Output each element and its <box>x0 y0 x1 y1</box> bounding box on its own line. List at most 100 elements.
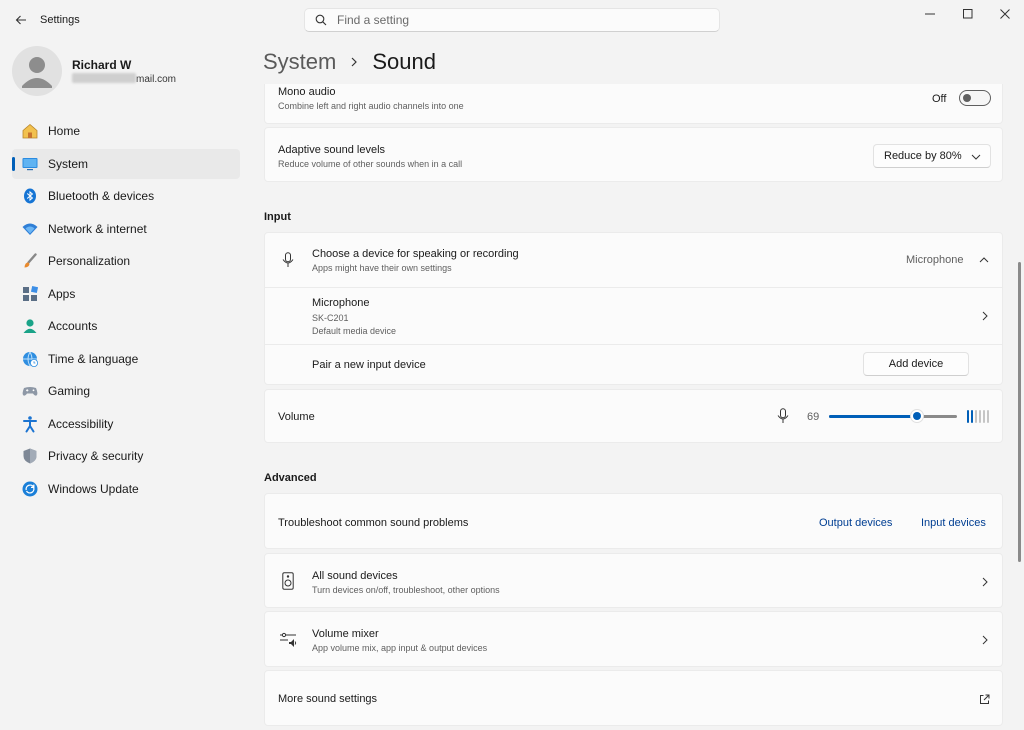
volume-slider-thumb[interactable] <box>910 409 925 423</box>
sidebar-item-label: Privacy & security <box>48 449 144 463</box>
sidebar-item-accounts[interactable]: Accounts <box>12 311 240 341</box>
add-device-button[interactable]: Add device <box>863 352 969 376</box>
sidebar-item-label: Windows Update <box>48 481 139 496</box>
shield-icon <box>21 447 39 465</box>
sidebar-item-label: Gaming <box>48 384 91 398</box>
sidebar-item-gaming[interactable]: Gaming <box>12 376 240 406</box>
adaptive-sound-subtitle: Reduce volume of other sounds when in a … <box>278 159 463 169</box>
accessibility-icon <box>21 415 39 433</box>
system-icon <box>21 155 39 173</box>
troubleshoot-card: Troubleshoot common sound problems Outpu… <box>264 493 1003 549</box>
mono-audio-state: Off <box>932 93 947 105</box>
section-title-input: Input <box>264 211 291 223</box>
more-sound-settings-title: More sound settings <box>278 693 378 705</box>
sidebar-item-home[interactable]: Home <box>12 116 240 146</box>
breadcrumb: System Sound <box>263 46 436 78</box>
apps-icon <box>21 285 39 303</box>
mono-audio-toggle[interactable] <box>959 90 991 106</box>
adaptive-sound-dropdown[interactable]: Reduce by 80% <box>873 144 991 168</box>
search-icon <box>315 14 327 26</box>
chevron-right-icon <box>350 57 358 67</box>
sidebar-item-bluetooth[interactable]: Bluetooth & devices <box>12 181 240 211</box>
meter-bar <box>979 410 981 423</box>
accounts-icon <box>21 317 39 335</box>
globe-icon <box>21 350 39 368</box>
microphone-icon <box>281 252 295 268</box>
mono-audio-card: Mono audio Combine left and right audio … <box>264 84 1003 124</box>
gamepad-icon <box>21 382 39 400</box>
sidebar-item-personalization[interactable]: Personalization <box>12 246 240 276</box>
profile-email: mail.com <box>72 73 176 85</box>
microphone-icon <box>776 408 790 424</box>
meter-bar <box>975 410 977 423</box>
all-sound-devices-card[interactable]: All sound devices Turn devices on/off, t… <box>264 553 1003 608</box>
meter-bar <box>987 410 989 423</box>
sidebar-item-apps[interactable]: Apps <box>12 279 240 309</box>
sidebar-item-label: Accessibility <box>48 416 114 431</box>
adaptive-sound-selected: Reduce by 80% <box>884 150 962 162</box>
device-model: SK-C201 <box>312 313 349 323</box>
output-devices-link[interactable]: Output devices <box>819 517 892 529</box>
more-sound-settings-card[interactable]: More sound settings <box>264 670 1003 726</box>
input-device-card: Choose a device for speaking or recordin… <box>264 232 1003 385</box>
close-button[interactable] <box>987 4 1023 24</box>
troubleshoot-title: Troubleshoot common sound problems <box>278 517 469 529</box>
sidebar-nav: Home System Bluetooth & devices Network … <box>12 116 240 506</box>
mono-audio-title: Mono audio <box>278 86 336 98</box>
choose-input-device-row[interactable]: Choose a device for speaking or recordin… <box>265 233 1002 287</box>
adaptive-sound-title: Adaptive sound levels <box>278 144 386 156</box>
meter-bar <box>967 410 969 423</box>
mono-audio-subtitle: Combine left and right audio channels in… <box>278 101 464 111</box>
device-title: Microphone <box>312 297 370 309</box>
volume-card: Volume 69 <box>264 389 1003 443</box>
close-icon <box>1000 9 1010 19</box>
arrow-left-icon <box>15 15 26 25</box>
pair-device-row: Pair a new input device Add device <box>265 345 1002 385</box>
sidebar-item-privacy-security[interactable]: Privacy & security <box>12 441 240 471</box>
sidebar-item-label: Accounts <box>48 319 98 333</box>
volume-value: 69 <box>807 411 820 423</box>
user-profile[interactable]: Richard W mail.com <box>12 46 242 96</box>
sidebar-item-label: System <box>48 156 89 171</box>
microphone-device-row[interactable]: Microphone SK-C201 Default media device <box>265 288 1002 344</box>
volume-slider-fill <box>829 415 918 418</box>
breadcrumb-parent[interactable]: System <box>263 49 336 75</box>
maximize-button[interactable] <box>950 4 986 24</box>
app-title: Settings <box>40 14 80 26</box>
sidebar-item-accessibility[interactable]: Accessibility <box>12 409 240 439</box>
avatar <box>12 46 62 96</box>
sidebar-item-time-language[interactable]: Time & language <box>12 344 240 374</box>
sidebar-item-label: Personalization <box>48 254 131 268</box>
volume-mixer-card[interactable]: Volume mixer App volume mix, app input &… <box>264 611 1003 667</box>
person-icon <box>22 57 52 88</box>
title-bar: Settings <box>0 0 1024 40</box>
network-icon <box>21 220 39 238</box>
sidebar-item-label: Home <box>48 124 81 138</box>
adaptive-sound-card: Adaptive sound levels Reduce volume of o… <box>264 127 1003 182</box>
chevron-right-icon <box>979 310 991 322</box>
brush-icon <box>21 252 39 270</box>
volume-label: Volume <box>278 411 315 423</box>
update-icon <box>21 480 39 498</box>
sidebar-item-label: Bluetooth & devices <box>48 189 155 203</box>
back-button[interactable] <box>10 9 32 31</box>
input-devices-link[interactable]: Input devices <box>921 517 986 529</box>
search-box[interactable] <box>304 8 720 32</box>
input-level-meter <box>967 410 989 423</box>
open-external-icon <box>978 693 990 705</box>
choose-device-subtitle: Apps might have their own settings <box>312 263 452 273</box>
scrollbar-thumb[interactable] <box>1018 262 1021 562</box>
sidebar-item-network[interactable]: Network & internet <box>12 214 240 244</box>
sidebar-item-system[interactable]: System <box>12 148 240 179</box>
volume-mixer-icon <box>279 632 297 648</box>
minimize-button[interactable] <box>912 4 948 24</box>
chevron-right-icon <box>979 576 991 588</box>
selected-input-device: Microphone <box>906 254 964 266</box>
volume-slider[interactable] <box>829 409 957 423</box>
search-input[interactable] <box>337 13 697 27</box>
chevron-up-icon[interactable] <box>978 254 990 266</box>
chevron-down-icon <box>970 151 982 163</box>
minimize-icon <box>925 13 935 15</box>
sidebar-item-windows-update[interactable]: Windows Update <box>12 474 240 504</box>
speaker-icon <box>281 572 295 590</box>
